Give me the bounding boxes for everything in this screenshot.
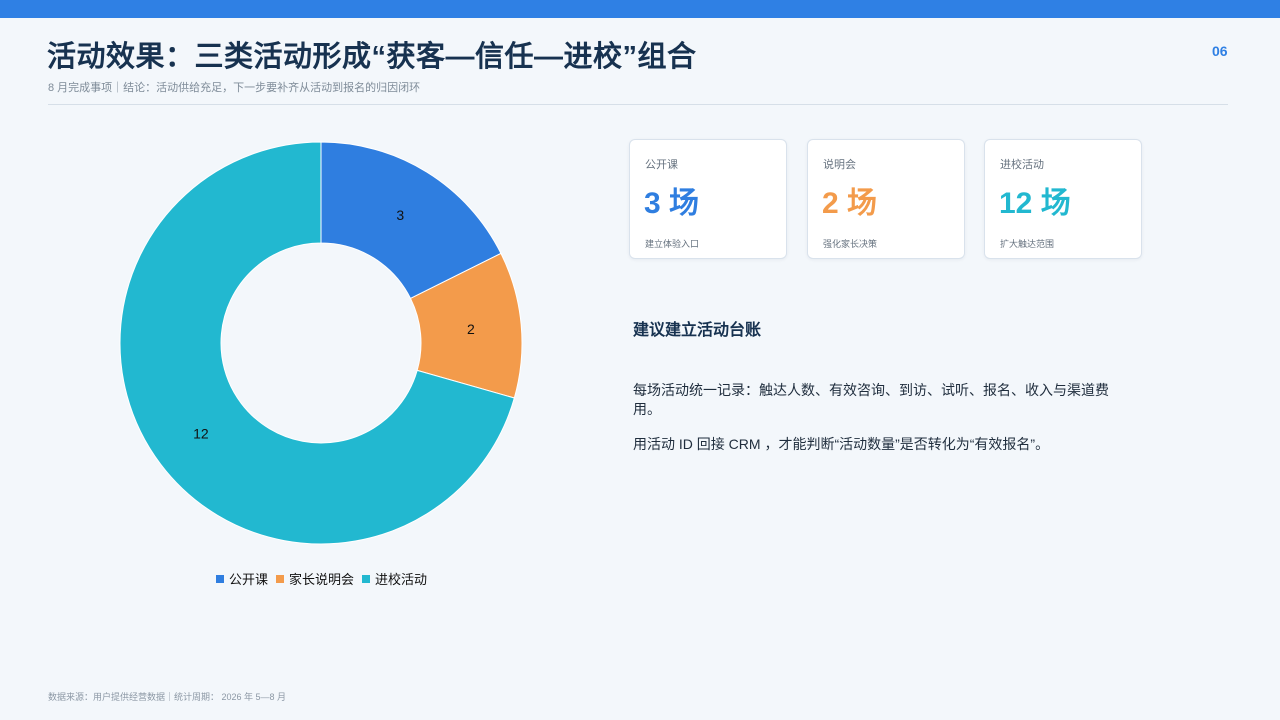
data-label-open-class: 3: [396, 207, 404, 223]
footer-source: 数据来源：用户提供经营数据｜统计周期： 2026 年 5—8 月: [48, 692, 287, 702]
kpi-note: 扩大触达范围: [1000, 239, 1055, 249]
activity-donut-chart: 3 2 12: [119, 141, 523, 545]
kpi-label: 说明会: [823, 159, 856, 171]
kpi-card-open-class: 公开课 3 场 建立体验入口: [629, 139, 787, 259]
legend-swatch-parent-meeting: [276, 574, 285, 583]
legend-item-parent-meeting: 家长说明会: [276, 569, 354, 588]
data-label-parent-meeting: 2: [467, 321, 475, 337]
legend-label-campus-event: 进校活动: [375, 572, 428, 587]
advice-paragraph-2: 用活动 ID 回接 CRM ，才能判断“活动数量”是否转化为“有效报名”。: [633, 436, 1050, 452]
page-subtitle: 8 月完成事项｜结论：活动供给充足，下一步要补齐从活动到报名的归因闭环: [48, 82, 421, 94]
chart-legend: 公开课 家长说明会 进校活动: [216, 569, 427, 588]
legend-item-campus-event: 进校活动: [362, 569, 427, 588]
advice-paragraph-1: 每场活动统一记录：触达人数、有效咨询、到访、试听、报名、收入与渠道费用。: [633, 382, 1109, 417]
kpi-note: 建立体验入口: [645, 239, 700, 249]
page-title: 活动效果：三类活动形成“获客—信任—进校”组合: [47, 41, 697, 73]
advice-title: 建议建立活动台账: [633, 322, 762, 339]
kpi-card-campus-event: 进校活动 12 场 扩大触达范围: [984, 139, 1142, 259]
page-number: 06: [1212, 43, 1228, 59]
top-accent-bar: [0, 0, 1280, 18]
legend-label-parent-meeting: 家长说明会: [289, 572, 355, 587]
kpi-label: 进校活动: [1000, 159, 1044, 171]
legend-swatch-campus-event: [362, 574, 371, 583]
kpi-label: 公开课: [645, 159, 678, 171]
kpi-value: 3 场: [644, 187, 700, 220]
legend-label-open-class: 公开课: [229, 572, 269, 587]
legend-swatch-open-class: [216, 574, 224, 583]
kpi-value: 2 场: [822, 187, 878, 220]
kpi-card-parent-meeting: 说明会 2 场 强化家长决策: [807, 139, 965, 259]
data-label-campus-event: 12: [193, 426, 209, 442]
kpi-note: 强化家长决策: [823, 239, 878, 249]
header-divider: [48, 104, 1228, 105]
legend-item-open-class: 公开课: [216, 569, 268, 588]
kpi-value: 12 场: [999, 187, 1071, 220]
